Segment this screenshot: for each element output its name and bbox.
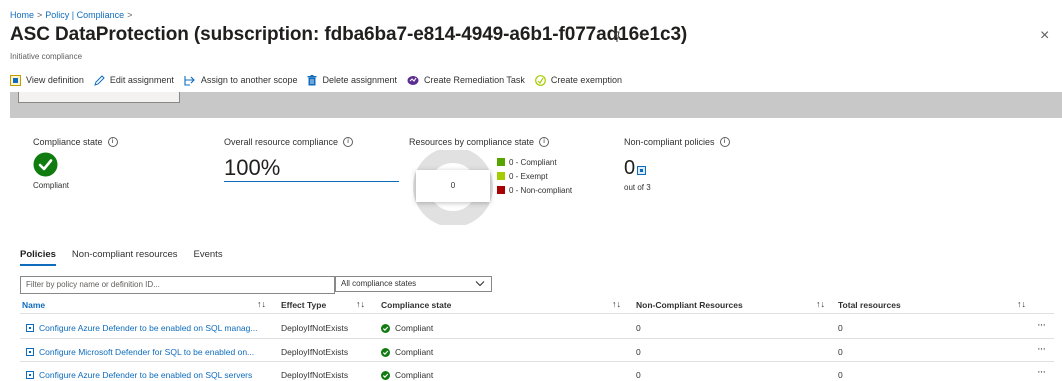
table-row-compliance-state: Compliant [381, 370, 433, 380]
tab-bar: Policies Non-compliant resources Events [20, 249, 239, 266]
tab-policies[interactable]: Policies [20, 249, 56, 266]
compliant-check-icon [33, 152, 58, 177]
pin-icon[interactable] [611, 31, 623, 43]
column-header-noncompliant-resources[interactable]: Non-Compliant Resources [636, 300, 743, 310]
row-more-icon[interactable]: ··· [1037, 319, 1046, 331]
breadcrumb-separator: > [37, 10, 43, 20]
sort-icon[interactable]: ↑↓ [1017, 299, 1026, 309]
breadcrumb-home[interactable]: Home [10, 10, 34, 20]
legend-exempt: 0 - Exempt [497, 170, 572, 182]
column-header-name[interactable]: Name [22, 300, 45, 310]
legend-non-compliant: 0 - Non-compliant [497, 184, 572, 196]
column-header-effect-type[interactable]: Effect Type [281, 300, 326, 310]
divider [20, 338, 1054, 339]
policy-icon [26, 371, 34, 379]
table-row-noncompliant-resources: 0 [636, 347, 641, 357]
compliance-state-value: Compliant [33, 181, 70, 190]
policy-icon [26, 324, 34, 332]
resources-by-state-label: Resources by compliance state i [409, 137, 550, 147]
column-header-compliance-state[interactable]: Compliance state [381, 300, 451, 310]
overall-compliance-bar [224, 181, 399, 182]
view-definition-label: View definition [26, 75, 84, 85]
policy-filter-input[interactable] [20, 276, 335, 294]
create-exemption-label: Create exemption [550, 75, 622, 85]
compliance-state-label: Compliance state i [33, 137, 118, 147]
remediation-icon [407, 75, 424, 86]
sort-icon[interactable]: ↑↓ [612, 299, 621, 309]
command-bar: View definition Edit assignment Assign t… [10, 72, 632, 88]
table-row-effect: DeployIfNotExists [281, 323, 349, 333]
table-row-compliance-state: Compliant [381, 347, 433, 357]
create-remediation-task-label: Create Remediation Task [424, 75, 525, 85]
assign-to-another-scope-button[interactable]: Assign to another scope [184, 75, 298, 86]
sort-icon[interactable]: ↑↓ [816, 299, 825, 309]
table-row-effect: DeployIfNotExists [281, 370, 349, 380]
sort-icon[interactable]: ↑↓ [356, 299, 365, 309]
noncompliant-policies-label: Non-compliant policies i [624, 137, 730, 147]
edit-icon [94, 74, 110, 86]
legend-swatch [497, 158, 505, 166]
donut-total-tooltip: 0 [416, 170, 490, 202]
compliant-check-icon [381, 370, 390, 380]
chevron-down-icon [475, 279, 485, 288]
table-row-policy-name[interactable]: Configure Azure Defender to be enabled o… [26, 370, 252, 380]
edit-assignment-label: Edit assignment [109, 75, 174, 85]
compliance-state-filter[interactable]: All compliance states [335, 276, 492, 292]
assign-icon [184, 75, 201, 86]
column-header-total-resources[interactable]: Total resources [838, 300, 901, 310]
noncompliant-policies-total: out of 3 [624, 183, 651, 192]
table-row-compliance-state: Compliant [381, 323, 433, 333]
compliance-state-filter-value: All compliance states [341, 279, 417, 288]
delete-assignment-label: Delete assignment [322, 75, 398, 85]
info-icon[interactable]: i [107, 137, 118, 147]
compliant-check-icon [381, 323, 390, 333]
overall-compliance-label: Overall resource compliance i [224, 137, 354, 147]
divider [20, 361, 1054, 362]
exemption-icon [535, 74, 551, 86]
legend-compliant: 0 - Compliant [497, 156, 572, 168]
trash-icon [307, 74, 322, 86]
page-subtitle: Initiative compliance [10, 52, 83, 61]
table-row-total-resources: 0 [838, 323, 843, 333]
table-row-effect: DeployIfNotExists [281, 347, 349, 357]
breadcrumb-policy-compliance[interactable]: Policy | Compliance [45, 10, 124, 20]
noncompliant-policies-count: 0 [624, 157, 636, 179]
create-exemption-button[interactable]: Create exemption [535, 74, 622, 86]
scope-dropdown[interactable] [18, 92, 180, 103]
edit-assignment-button[interactable]: Edit assignment [94, 74, 174, 86]
policy-icon [26, 348, 34, 356]
legend-swatch [497, 172, 505, 180]
tab-non-compliant-resources[interactable]: Non-compliant resources [72, 249, 178, 266]
compliant-check-icon [381, 347, 390, 357]
info-icon[interactable]: i [343, 137, 354, 147]
legend-swatch [497, 186, 505, 194]
row-more-icon[interactable]: ··· [1037, 366, 1046, 378]
divider [20, 313, 1054, 314]
more-options-icon[interactable]: ··· [634, 27, 647, 42]
view-definition-button[interactable]: View definition [10, 74, 84, 86]
info-icon[interactable]: i [719, 137, 730, 147]
overall-compliance-value: 100% [224, 155, 281, 180]
info-icon[interactable]: i [539, 137, 550, 147]
sort-icon[interactable]: ↑↓ [257, 299, 266, 309]
table-row-policy-name[interactable]: Configure Microsoft Defender for SQL to … [26, 347, 254, 357]
view-definition-icon [10, 74, 26, 86]
row-more-icon[interactable]: ··· [1037, 343, 1046, 355]
delete-assignment-button[interactable]: Delete assignment [307, 74, 398, 86]
table-row-total-resources: 0 [838, 347, 843, 357]
table-row-noncompliant-resources: 0 [636, 370, 641, 380]
table-row-policy-name[interactable]: Configure Azure Defender to be enabled o… [26, 323, 257, 333]
compliance-legend: 0 - Compliant 0 - Exempt 0 - Non-complia… [497, 156, 572, 198]
page-title: ASC DataProtection (subscription: fdba6b… [10, 24, 688, 45]
create-remediation-task-button[interactable]: Create Remediation Task [407, 75, 525, 86]
table-row-total-resources: 0 [838, 370, 843, 380]
assign-to-another-scope-label: Assign to another scope [200, 75, 298, 85]
policy-icon [637, 166, 646, 175]
breadcrumb: Home > Policy | Compliance > [10, 10, 135, 20]
close-icon[interactable]: × [1040, 27, 1049, 45]
breadcrumb-separator: > [127, 10, 133, 20]
tab-events[interactable]: Events [194, 249, 223, 266]
table-row-noncompliant-resources: 0 [636, 323, 641, 333]
